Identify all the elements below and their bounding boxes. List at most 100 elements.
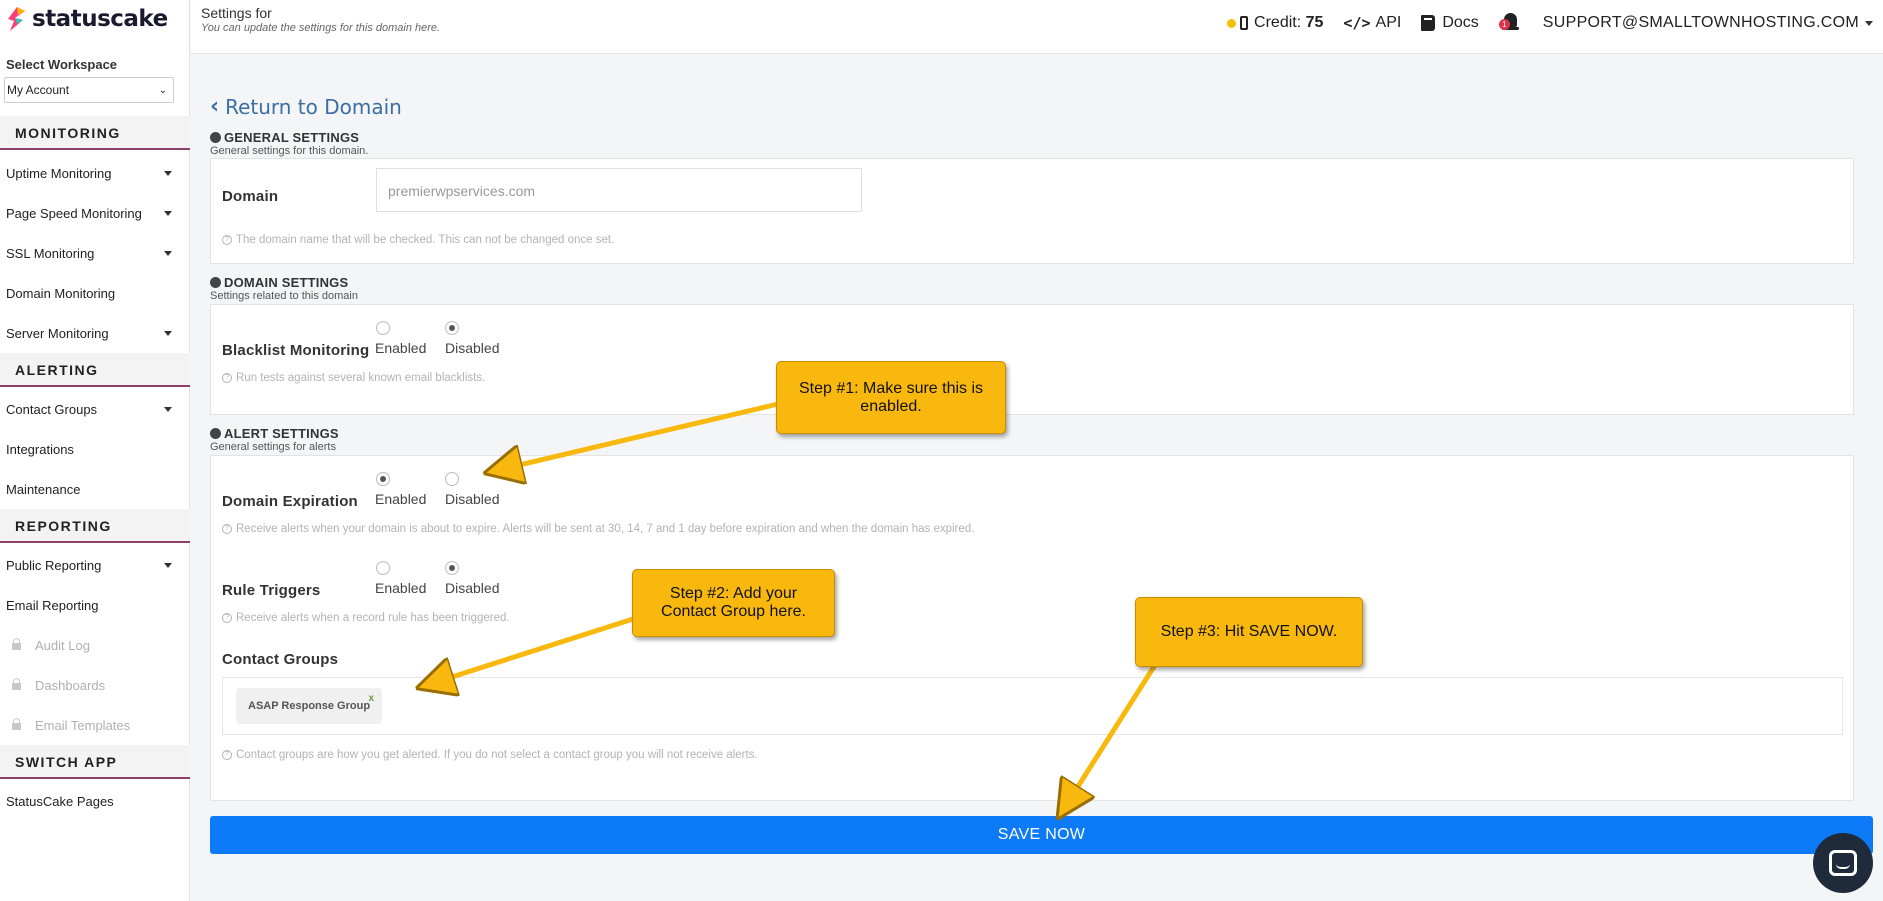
blacklist-disabled-radio[interactable] — [445, 321, 459, 335]
return-to-domain-link[interactable]: ‹ Return to Domain — [210, 94, 402, 119]
user-email: SUPPORT@SMALLTOWNHOSTING.COM — [1542, 14, 1859, 31]
page-subtitle: You can update the settings for this dom… — [201, 22, 441, 34]
workspace-value: My Account — [7, 83, 70, 97]
save-now-button[interactable]: SAVE NOW — [210, 816, 1873, 854]
caret-down-icon — [164, 330, 172, 336]
sidebar-item-label: Domain Monitoring — [6, 285, 116, 301]
caret-down-icon — [164, 562, 172, 568]
docs-label: Docs — [1442, 14, 1479, 31]
chevron-down-icon: ⌄ — [158, 84, 167, 96]
expiration-disabled-radio[interactable] — [445, 472, 459, 486]
workspace-label: Select Workspace — [6, 57, 118, 72]
api-link[interactable]: </> API — [1343, 14, 1401, 32]
sidebar-item-server[interactable]: Server Monitoring — [6, 323, 176, 343]
general-settings-panel: Domain premierwpservices.com ? The domai… — [210, 158, 1854, 264]
sidebar-item-label: Public Reporting — [6, 557, 102, 573]
sidebar-item-label: Audit Log — [35, 637, 90, 653]
caret-down-icon — [1865, 20, 1873, 26]
expiration-help: ? Receive alerts when your domain is abo… — [222, 523, 974, 535]
chat-icon — [1829, 850, 1857, 876]
lock-icon — [12, 637, 21, 650]
domain-settings-panel: Blacklist Monitoring Enabled Disabled ? … — [210, 304, 1854, 415]
book-icon — [1421, 15, 1436, 31]
alert-settings-panel: Domain Expiration Enabled Disabled ? Rec… — [210, 455, 1854, 801]
blacklist-disabled-label: Disabled — [445, 340, 500, 356]
sidebar-item-label: StatusCake Pages — [6, 793, 114, 809]
general-settings-title: GENERAL SETTINGS — [210, 130, 359, 145]
sidebar-item-public-reporting[interactable]: Public Reporting — [6, 555, 176, 575]
help-icon: ? — [222, 373, 232, 383]
rule-help: ? Receive alerts when a record rule has … — [222, 612, 510, 624]
general-settings-label: GENERAL SETTINGS — [224, 130, 360, 145]
notification-badge: 1 — [1498, 19, 1510, 30]
general-settings-subtitle: General settings for this domain. — [210, 145, 369, 157]
lock-icon — [12, 677, 21, 690]
section-alerting: ALERTING — [0, 353, 190, 387]
sidebar-item-ssl[interactable]: SSL Monitoring — [6, 243, 176, 263]
help-icon: ? — [222, 613, 232, 623]
rule-enabled-radio[interactable] — [376, 561, 390, 575]
lock-icon — [12, 717, 21, 730]
caret-down-icon — [164, 170, 172, 176]
api-label: API — [1375, 14, 1402, 31]
section-switch-app: SWITCH APP — [0, 745, 190, 779]
gear-icon — [210, 428, 221, 439]
docs-link[interactable]: Docs — [1421, 14, 1479, 32]
expiration-disabled-label: Disabled — [445, 491, 500, 507]
blacklist-enabled-radio[interactable] — [376, 321, 390, 335]
sidebar-item-label: Uptime Monitoring — [6, 165, 112, 181]
statuscake-logo-icon — [8, 7, 25, 31]
rule-help-text: Receive alerts when a record rule has be… — [236, 612, 510, 624]
logo[interactable]: statuscake — [6, 6, 168, 32]
sidebar-item-pagespeed[interactable]: Page Speed Monitoring — [6, 203, 176, 223]
credit-value: 75 — [1305, 14, 1324, 31]
blacklist-help-text: Run tests against several known email bl… — [236, 372, 486, 384]
user-menu[interactable]: SUPPORT@SMALLTOWNHOSTING.COM — [1543, 14, 1873, 32]
return-label: Return to Domain — [225, 94, 402, 119]
sidebar-item-label: Dashboards — [35, 677, 106, 693]
workspace-select[interactable]: My Account ⌄ — [4, 77, 174, 103]
sidebar-item-email-templates[interactable]: Email Templates — [6, 715, 176, 735]
sidebar-item-label: Server Monitoring — [6, 325, 109, 341]
domain-help-text: The domain name that will be checked. Th… — [236, 234, 615, 246]
expiration-enabled-label: Enabled — [375, 491, 427, 507]
sidebar-item-contact-groups[interactable]: Contact Groups — [6, 399, 176, 419]
sidebar-item-label: SSL Monitoring — [6, 245, 95, 261]
alert-settings-subtitle: General settings for alerts — [210, 441, 336, 453]
notifications-button[interactable]: 1 — [1498, 12, 1521, 34]
rule-disabled-label: Disabled — [445, 580, 500, 596]
credit-indicator[interactable]: Credit: 75 — [1227, 14, 1323, 32]
expiration-enabled-radio[interactable] — [376, 472, 390, 486]
contact-group-tag: ASAP Response Group x — [236, 688, 383, 724]
sidebar-item-domain[interactable]: Domain Monitoring — [6, 283, 176, 303]
sidebar-item-label: Email Templates — [35, 717, 131, 733]
domain-help: ? The domain name that will be checked. … — [222, 234, 614, 246]
sidebar-item-integrations[interactable]: Integrations — [6, 439, 176, 459]
chat-launcher-button[interactable] — [1813, 833, 1873, 893]
sidebar: statuscake Select Workspace My Account ⌄… — [0, 0, 190, 901]
sidebar-item-audit-log[interactable]: Audit Log — [6, 635, 176, 655]
sidebar-item-uptime[interactable]: Uptime Monitoring — [6, 163, 176, 183]
remove-tag-icon[interactable]: x — [368, 693, 374, 704]
sidebar-item-dashboards[interactable]: Dashboards — [6, 675, 176, 695]
page-title: Settings for — [201, 5, 272, 21]
rule-enabled-label: Enabled — [375, 580, 427, 596]
contact-groups-input[interactable]: ASAP Response Group x — [222, 677, 1843, 735]
sidebar-item-statuscake-pages[interactable]: StatusCake Pages — [6, 791, 176, 811]
contact-help-text: Contact groups are how you get alerted. … — [236, 749, 758, 761]
domain-field[interactable]: premierwpservices.com — [376, 168, 862, 212]
section-monitoring: MONITORING — [0, 116, 190, 150]
caret-down-icon — [164, 210, 172, 216]
status-dot-icon — [1227, 18, 1237, 28]
sidebar-item-label: Integrations — [6, 441, 74, 457]
sidebar-item-email-reporting[interactable]: Email Reporting — [6, 595, 176, 615]
domain-settings-label: DOMAIN SETTINGS — [224, 275, 349, 290]
sidebar-item-maintenance[interactable]: Maintenance — [6, 479, 176, 499]
chevron-left-icon: ‹ — [210, 94, 220, 119]
caret-down-icon — [164, 250, 172, 256]
help-icon: ? — [222, 235, 232, 245]
rule-disabled-radio[interactable] — [445, 561, 459, 575]
alert-settings-title: ALERT SETTINGS — [210, 426, 339, 441]
credit-label: Credit: — [1254, 14, 1302, 31]
rule-triggers-label: Rule Triggers — [222, 582, 321, 599]
